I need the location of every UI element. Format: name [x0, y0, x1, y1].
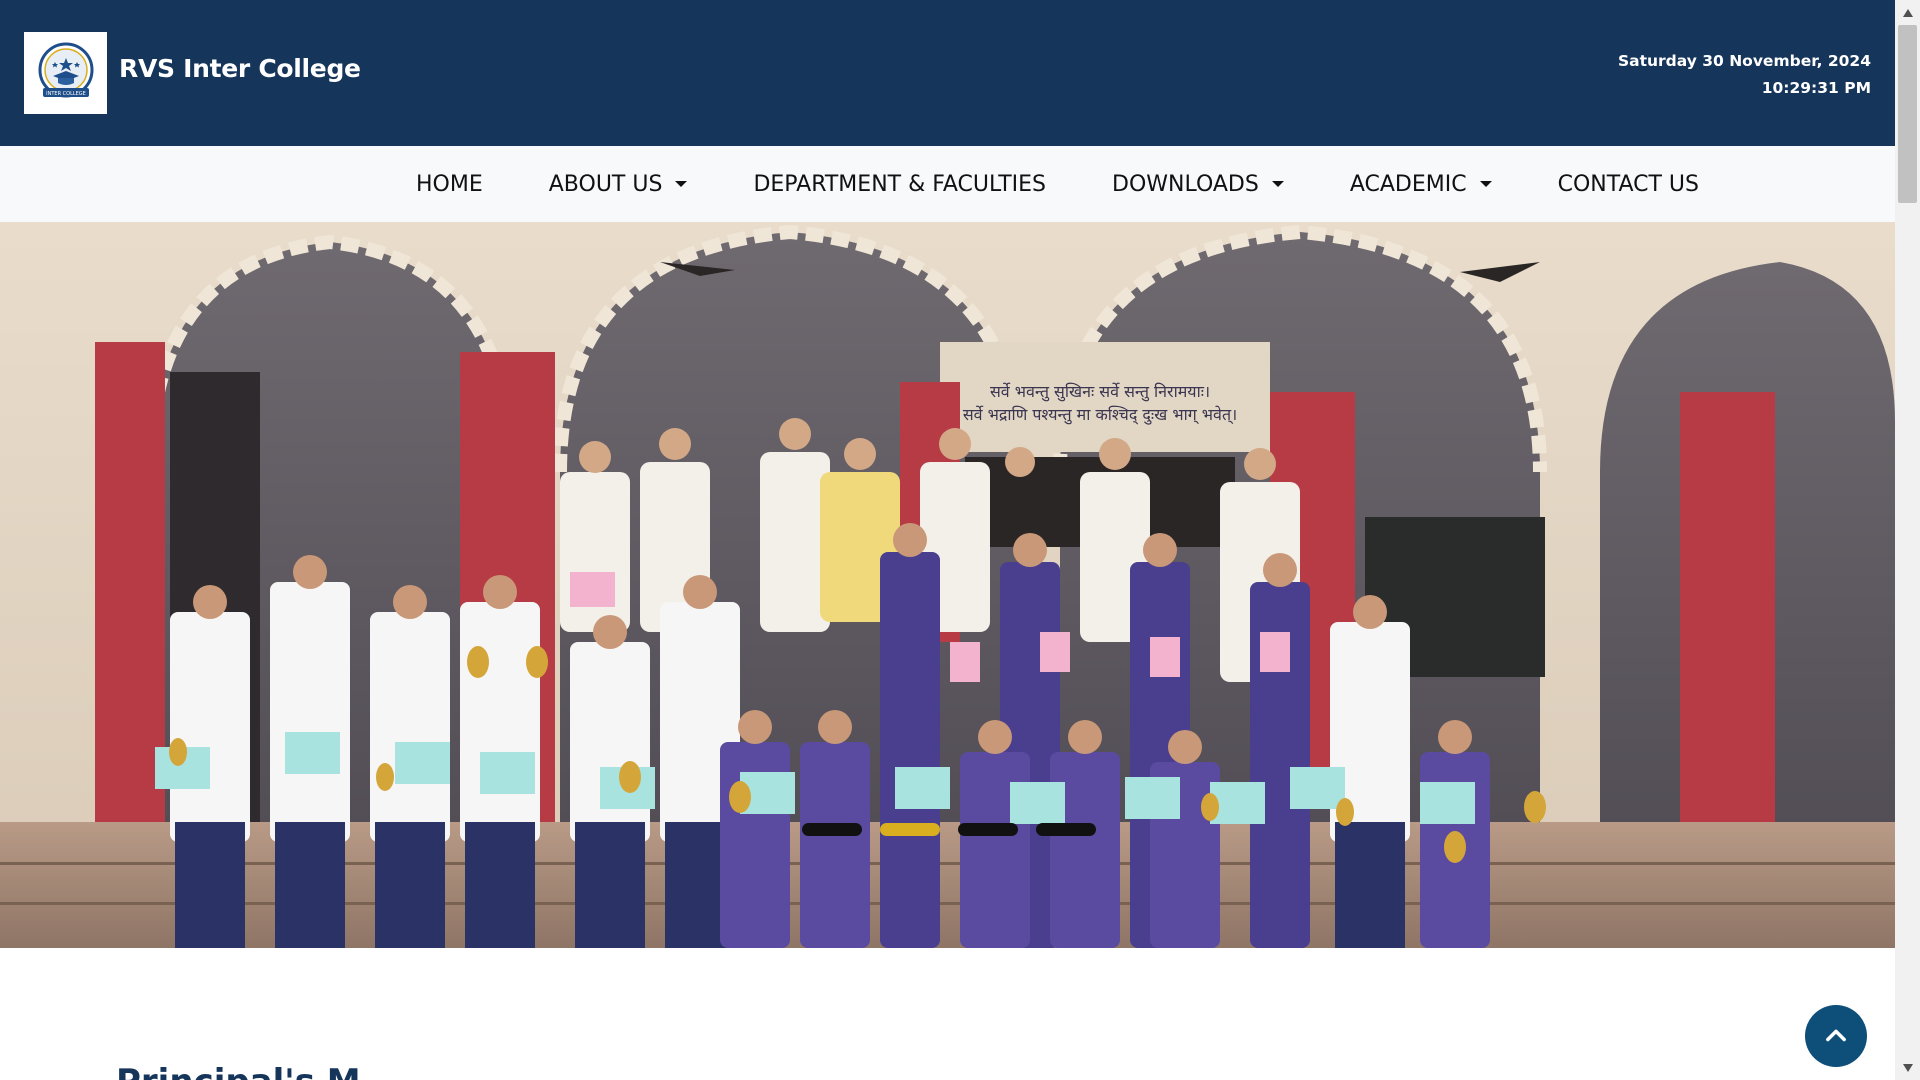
svg-text:सर्वे भद्राणि पश्यन्तु मा कश्च: सर्वे भद्राणि पश्यन्तु मा कश्चिद् दुःख भ…	[963, 405, 1237, 426]
scroll-up-button[interactable]	[1895, 0, 1920, 25]
nav-downloads-label: DOWNLOADS	[1112, 171, 1259, 197]
nav-contact-us[interactable]: CONTACT US	[1558, 172, 1699, 197]
carousel-indicator-4[interactable]	[1036, 823, 1096, 836]
nav-department-faculties-label: DEPARTMENT & FACULTIES	[753, 171, 1047, 197]
chevron-up-icon	[1826, 1029, 1846, 1042]
nav-about-us[interactable]: ABOUT US	[549, 172, 688, 197]
caret-down-icon	[1271, 181, 1284, 187]
nav-academic-label: ACADEMIC	[1349, 171, 1467, 197]
scroll-down-button[interactable]	[1895, 1055, 1920, 1080]
carousel-indicator-1[interactable]	[802, 823, 862, 836]
caret-down-icon	[675, 181, 688, 187]
caret-down-icon	[1479, 181, 1492, 187]
triangle-up-icon	[1902, 8, 1913, 17]
svg-text:सर्वे भवन्तु सुखिनः सर्वे सन्त: सर्वे भवन्तु सुखिनः सर्वे सन्तु निरामयाः…	[990, 382, 1210, 402]
site-header: INTER COLLEGE RVS Inter College Saturday…	[0, 0, 1895, 146]
hero-carousel[interactable]: सर्वे भवन्तु सुखिनः सर्वे सन्तु निरामयाः…	[0, 222, 1895, 948]
college-emblem-icon: INTER COLLEGE	[38, 42, 93, 98]
nav-contact-us-label: CONTACT US	[1557, 171, 1699, 197]
carousel-slide-image: सर्वे भवन्तु सुखिनः सर्वे सन्तु निरामयाः…	[0, 222, 1895, 948]
carousel-indicator-2[interactable]	[880, 823, 940, 836]
scroll-to-top-button[interactable]	[1805, 1005, 1867, 1067]
scrollbar-thumb[interactable]	[1898, 25, 1917, 203]
carousel-indicators	[802, 823, 1114, 836]
date-time: Saturday 30 November, 2024 10:29:31 PM	[1618, 48, 1871, 102]
nav-home-label: HOME	[416, 171, 483, 197]
site-title[interactable]: RVS Inter College	[119, 54, 361, 83]
college-logo[interactable]: INTER COLLEGE	[24, 32, 107, 114]
nav-academic[interactable]: ACADEMIC	[1350, 172, 1492, 197]
nav-department-faculties[interactable]: DEPARTMENT & FACULTIES	[753, 172, 1046, 197]
nav-home[interactable]: HOME	[416, 172, 483, 197]
current-date: Saturday 30 November, 2024	[1617, 52, 1871, 70]
main-navbar: HOME ABOUT US DEPARTMENT & FACULTIES DOW…	[0, 146, 1895, 222]
triangle-down-icon	[1902, 1063, 1913, 1072]
principal-message-heading: Principal's M	[116, 1062, 361, 1080]
page: INTER COLLEGE RVS Inter College Saturday…	[0, 0, 1920, 1080]
nav-downloads[interactable]: DOWNLOADS	[1112, 172, 1284, 197]
svg-text:INTER COLLEGE: INTER COLLEGE	[46, 91, 86, 97]
page-scrollbar[interactable]	[1895, 0, 1920, 1080]
carousel-indicator-3[interactable]	[958, 823, 1018, 836]
current-time: 10:29:31 PM	[1761, 79, 1871, 97]
nav-list: HOME ABOUT US DEPARTMENT & FACULTIES DOW…	[416, 146, 1699, 222]
nav-about-us-label: ABOUT US	[548, 171, 663, 197]
